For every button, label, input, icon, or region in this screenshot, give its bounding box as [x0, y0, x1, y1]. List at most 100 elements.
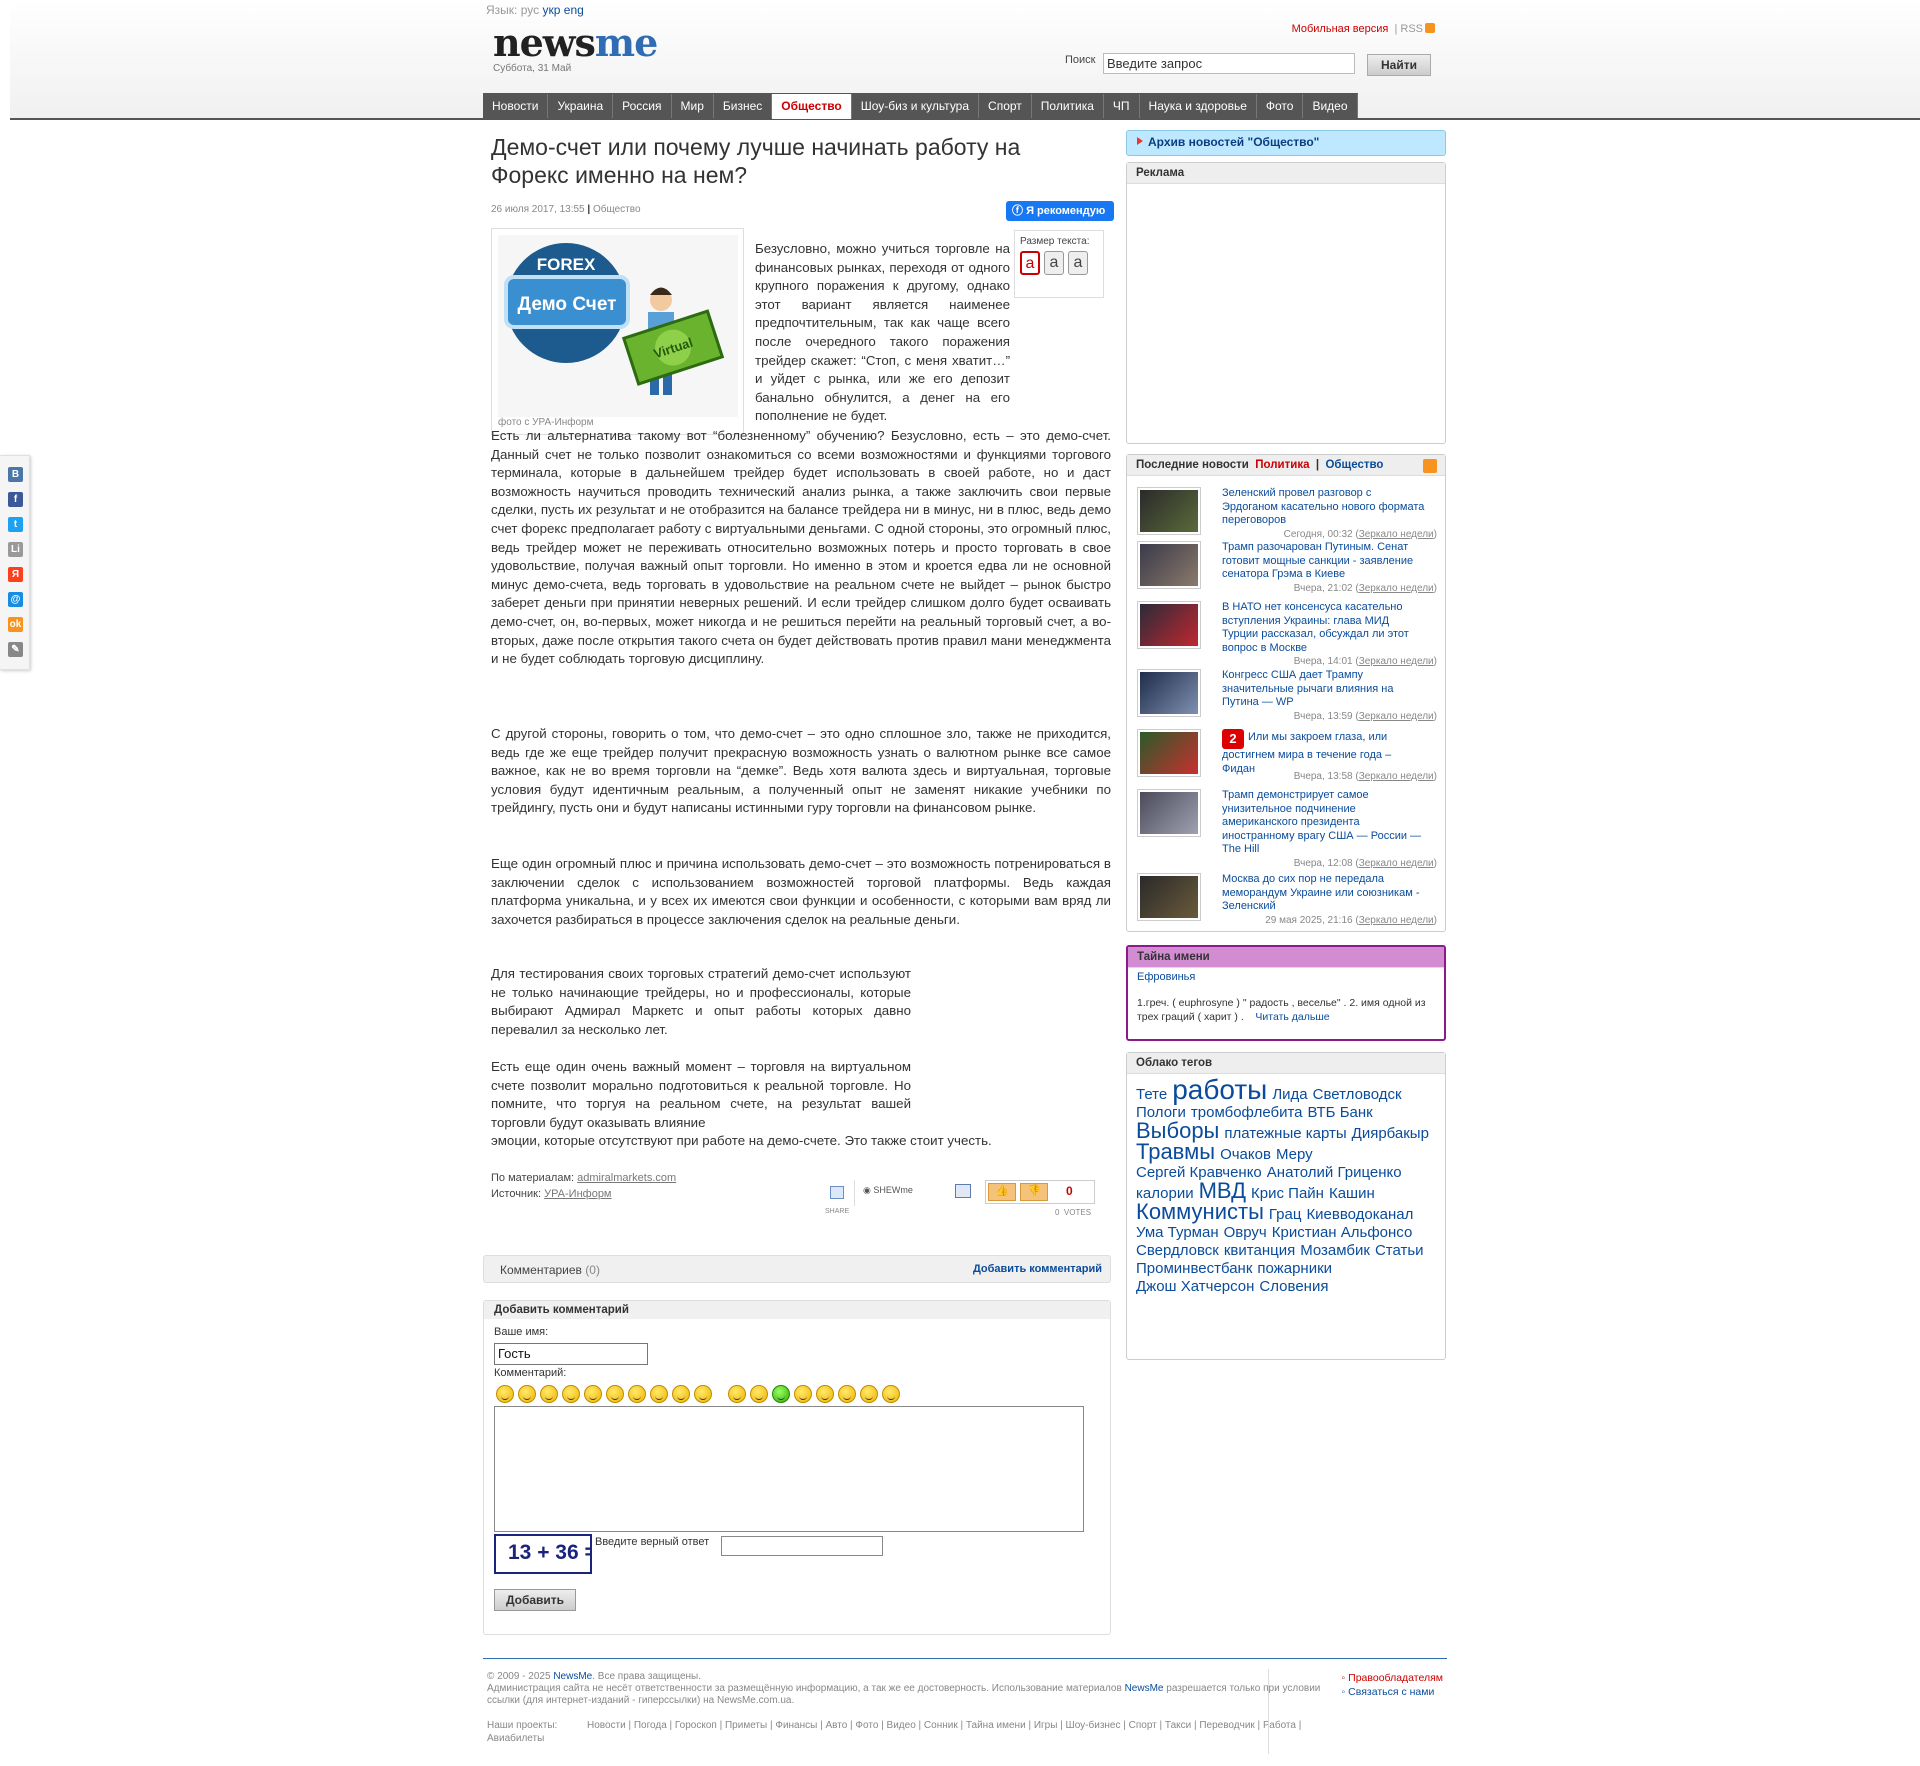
tag-link[interactable]: Статьи	[1375, 1242, 1424, 1260]
archive-link[interactable]: Архив новостей "Общество"	[1126, 130, 1446, 156]
tag-link[interactable]: платежные карты	[1224, 1125, 1346, 1143]
rss-link[interactable]: RSS	[1400, 23, 1423, 35]
tag-link[interactable]: МВД	[1199, 1180, 1246, 1202]
smiley-icon[interactable]	[628, 1385, 646, 1403]
smiley-icon[interactable]	[650, 1385, 668, 1403]
tag-link[interactable]: работы	[1172, 1076, 1267, 1104]
smiley-icon[interactable]	[518, 1385, 536, 1403]
smiley-icon[interactable]	[540, 1385, 558, 1403]
smiley-icon[interactable]	[772, 1385, 790, 1403]
facebook-recommend-button[interactable]: ⓕ Я рекомендую	[1006, 201, 1114, 221]
tab-society[interactable]: Общество	[1325, 459, 1383, 471]
source-link-2[interactable]: УРА-Информ	[544, 1188, 611, 1200]
nav-item[interactable]: Бизнес	[714, 94, 773, 118]
submit-comment-button[interactable]: Добавить	[494, 1589, 576, 1611]
tag-link[interactable]: Кристиан Альфонсо	[1272, 1224, 1413, 1242]
news-headline[interactable]: Зеленский провел разговор с Эрдоганом ка…	[1222, 487, 1427, 528]
site-logo[interactable]: newsme	[493, 24, 658, 62]
read-more-link[interactable]: Читать дальше	[1255, 1011, 1329, 1023]
name-input[interactable]: Гость	[494, 1343, 648, 1365]
smiley-icon[interactable]	[606, 1385, 624, 1403]
mirror-link[interactable]: Зеркало недели	[1359, 915, 1434, 926]
blog-icon[interactable]: ✎	[8, 642, 23, 657]
tag-link[interactable]: Словения	[1259, 1278, 1328, 1296]
mirror-link[interactable]: Зеркало недели	[1359, 858, 1434, 869]
tag-link[interactable]: Лида	[1272, 1086, 1307, 1104]
smiley-icon[interactable]	[794, 1385, 812, 1403]
yandex-icon[interactable]: Я	[8, 567, 23, 582]
nav-item[interactable]: Украина	[548, 94, 614, 118]
tag-link[interactable]: квитанция	[1224, 1242, 1295, 1260]
smiley-icon[interactable]	[496, 1385, 514, 1403]
text-size-small-button[interactable]: a	[1020, 251, 1040, 275]
tag-link[interactable]: Джош Хатчерсон	[1136, 1278, 1254, 1296]
footer-brand-link-2[interactable]: NewsMe	[1125, 1683, 1164, 1694]
mail-icon[interactable]: @	[8, 592, 23, 607]
odnoklassniki-icon[interactable]: ok	[8, 617, 23, 632]
tag-link[interactable]: Диярбакыр	[1352, 1125, 1429, 1143]
tag-link[interactable]: Анатолий Гриценко	[1267, 1164, 1402, 1182]
news-headline[interactable]: Конгресс США дает Трампу значительные ры…	[1222, 669, 1427, 710]
mirror-link[interactable]: Зеркало недели	[1359, 711, 1434, 722]
smiley-icon[interactable]	[750, 1385, 768, 1403]
nav-item[interactable]: Шоу-биз и культура	[852, 94, 980, 118]
rss-icon[interactable]	[1423, 459, 1437, 473]
livejournal-icon[interactable]: Li	[8, 542, 23, 557]
mirror-link[interactable]: Зеркало недели	[1359, 529, 1434, 540]
tag-link[interactable]: Светловодск	[1313, 1086, 1402, 1104]
news-thumbnail[interactable]	[1137, 873, 1201, 921]
captcha-input[interactable]	[721, 1536, 883, 1556]
search-input[interactable]: Введите запрос	[1103, 53, 1355, 74]
contact-link[interactable]: Связаться с нами	[1348, 1686, 1434, 1698]
text-size-large-button[interactable]: a	[1068, 251, 1088, 275]
news-headline[interactable]: Москва до сих пор не передала меморандум…	[1222, 873, 1427, 914]
news-thumbnail[interactable]	[1137, 729, 1201, 777]
nav-item[interactable]: Видео	[1303, 94, 1358, 118]
nav-item[interactable]: Политика	[1032, 94, 1104, 118]
smiley-icon[interactable]	[672, 1385, 690, 1403]
tag-link[interactable]: Кашин	[1329, 1185, 1375, 1203]
nav-item[interactable]: Спорт	[979, 94, 1032, 118]
news-headline[interactable]: 2 Или мы закроем глаза, или достигнем мир…	[1222, 729, 1427, 776]
source-link-1[interactable]: admiralmarkets.com	[577, 1172, 676, 1184]
tag-link[interactable]: Грац	[1269, 1206, 1302, 1224]
footer-brand-link[interactable]: NewsMe	[553, 1671, 592, 1682]
news-thumbnail[interactable]	[1137, 541, 1201, 589]
news-headline[interactable]: Трамп демонстрирует самое унизительное п…	[1222, 789, 1427, 857]
article-category[interactable]: Общество	[593, 204, 641, 215]
mobile-version-link[interactable]: Мобильная версия	[1292, 23, 1389, 35]
nav-item[interactable]: Мир	[672, 94, 714, 118]
lang-en-link[interactable]: eng	[564, 3, 584, 17]
mirror-link[interactable]: Зеркало недели	[1359, 656, 1434, 667]
smiley-icon[interactable]	[838, 1385, 856, 1403]
tag-link[interactable]: Выборы	[1136, 1120, 1219, 1142]
shewme-button[interactable]: ◉ SHEWme	[863, 1185, 913, 1196]
nav-item[interactable]: Новости	[483, 94, 549, 118]
share-dropdown-icon[interactable]: SHARE	[821, 1180, 855, 1215]
tag-link[interactable]: Травмы	[1136, 1141, 1215, 1163]
rss-icon[interactable]	[1425, 23, 1435, 33]
add-comment-link[interactable]: Добавить комментарий	[973, 1263, 1102, 1275]
tag-link[interactable]: ВТБ Банк	[1308, 1104, 1373, 1122]
name-link[interactable]: Ефровинья	[1137, 971, 1195, 983]
vk-icon[interactable]: В	[8, 467, 23, 482]
facebook-icon[interactable]: f	[8, 492, 23, 507]
mirror-link[interactable]: Зеркало недели	[1359, 583, 1434, 594]
nav-item[interactable]: Общество	[772, 94, 852, 119]
tag-link[interactable]: пожарники	[1257, 1260, 1332, 1278]
tag-link[interactable]: Очаков	[1220, 1146, 1271, 1164]
tag-link[interactable]: Свердловск	[1136, 1242, 1219, 1260]
thumbs-up-icon[interactable]: 👍	[988, 1183, 1016, 1201]
smiley-icon[interactable]	[882, 1385, 900, 1403]
smiley-icon[interactable]	[694, 1385, 712, 1403]
news-thumbnail[interactable]	[1137, 789, 1201, 837]
text-size-medium-button[interactable]: a	[1044, 251, 1064, 275]
nav-item[interactable]: Россия	[613, 94, 672, 118]
news-headline[interactable]: Трамп разочарован Путиным. Сенат готовит…	[1222, 541, 1427, 582]
tag-link[interactable]: Ума Турман	[1136, 1224, 1219, 1242]
news-thumbnail[interactable]	[1137, 669, 1201, 717]
search-button[interactable]: Найти	[1367, 54, 1431, 76]
twitter-icon[interactable]: t	[8, 517, 23, 532]
print-icon[interactable]	[955, 1184, 971, 1198]
tag-link[interactable]: Коммунисты	[1136, 1201, 1264, 1223]
